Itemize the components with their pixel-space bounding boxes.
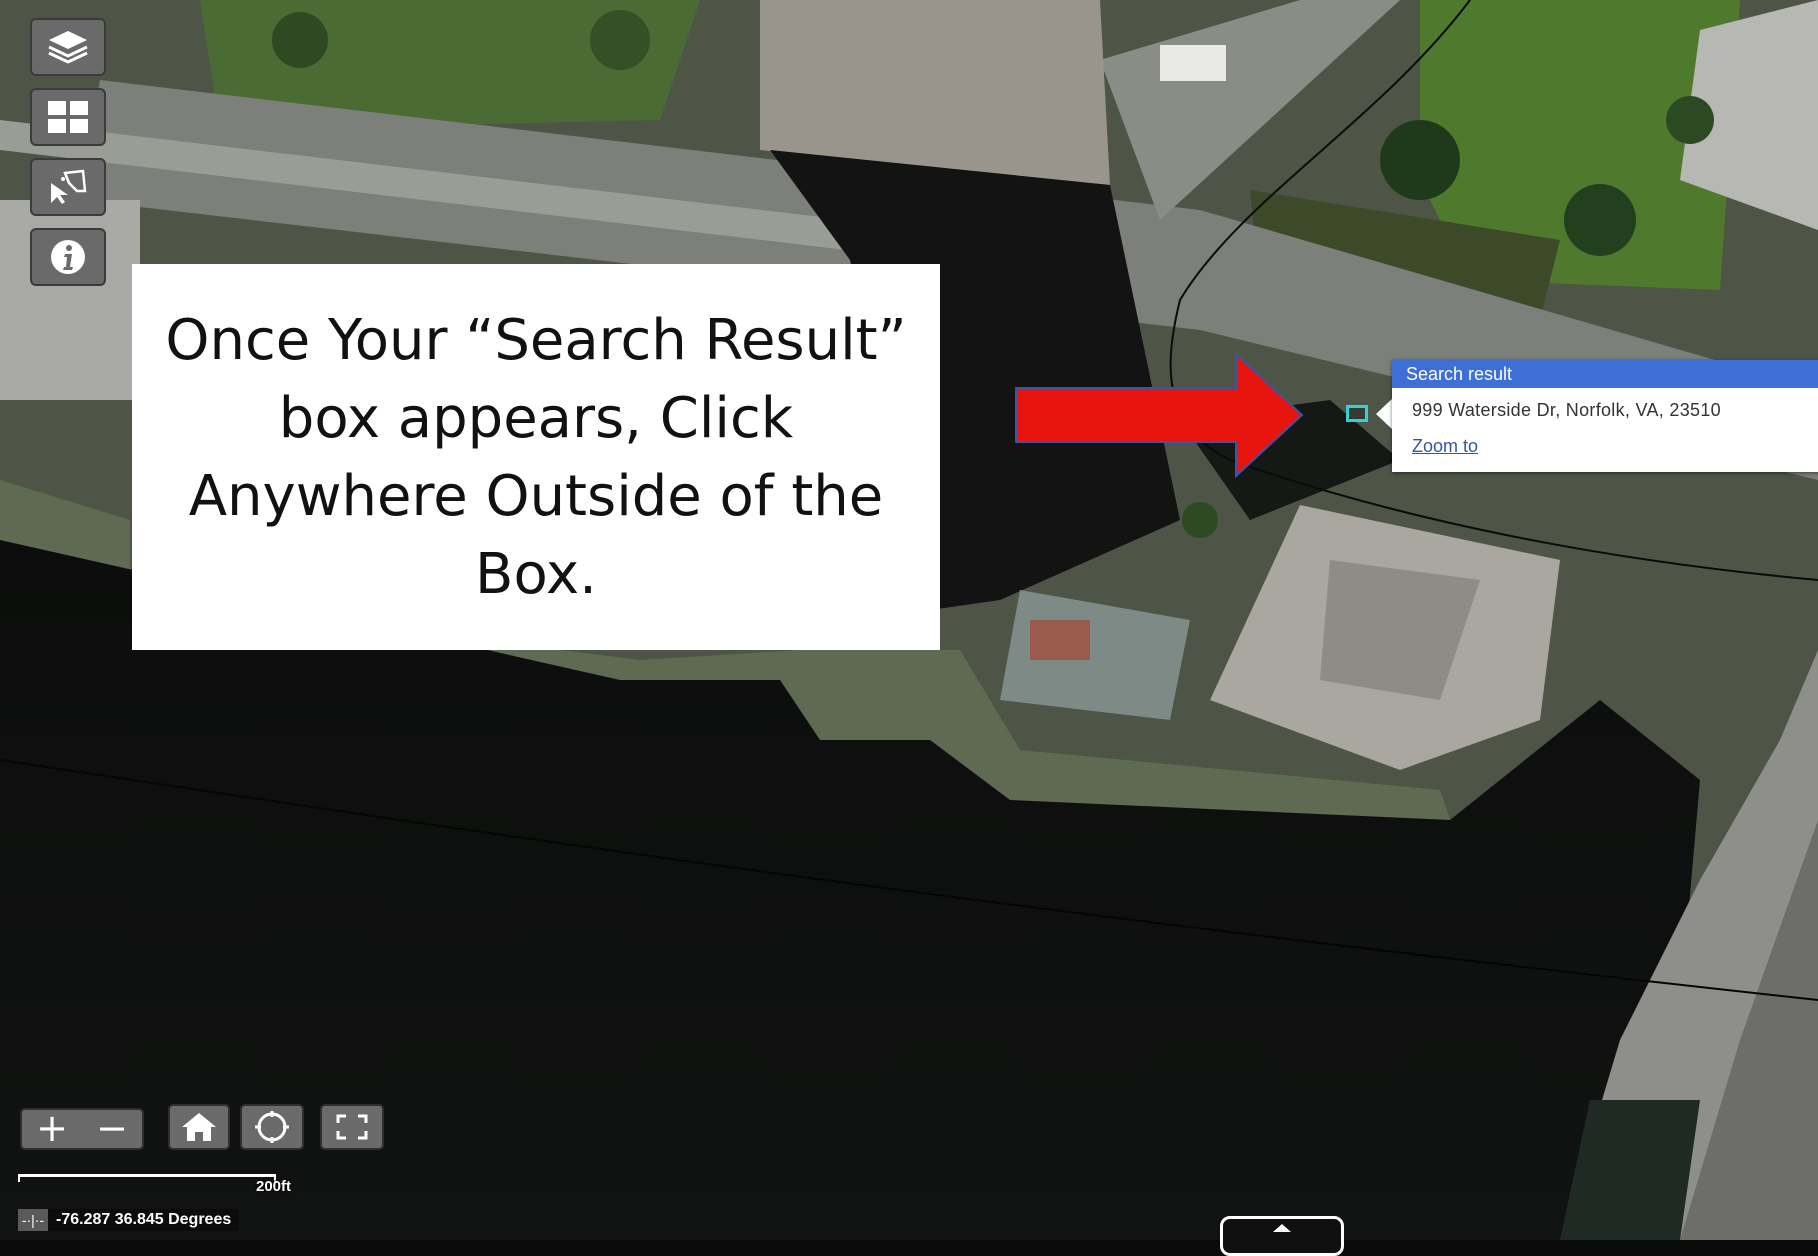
- panel-expander-button[interactable]: [1220, 1216, 1344, 1256]
- zoom-control: + −: [20, 1108, 144, 1150]
- red-arrow-icon: [1015, 352, 1304, 478]
- zoom-to-link[interactable]: Zoom to: [1392, 421, 1818, 457]
- location-marker[interactable]: [1346, 405, 1368, 422]
- home-icon: [182, 1113, 216, 1141]
- instruction-callout: Once Your “Search Result” box appears, C…: [132, 264, 940, 650]
- layers-icon: [48, 31, 88, 64]
- search-result-popup[interactable]: Search result 999 Waterside Dr, Norfolk,…: [1392, 360, 1818, 472]
- basemap-gallery-button[interactable]: [30, 88, 106, 146]
- scale-line: [18, 1174, 276, 1182]
- cursor-select-icon: [51, 169, 87, 204]
- info-button[interactable]: [30, 228, 106, 286]
- zoom-in-button[interactable]: +: [22, 1109, 82, 1148]
- locate-icon: [255, 1111, 289, 1143]
- coordinate-readout: -·|·- -76.287 36.845 Degrees: [18, 1208, 240, 1232]
- popup-pointer: [1376, 398, 1393, 430]
- locate-button[interactable]: [240, 1104, 304, 1150]
- chevron-up-icon: [1273, 1224, 1291, 1232]
- scale-label: 200ft: [256, 1178, 292, 1195]
- popup-address: 999 Waterside Dr, Norfolk, VA, 23510: [1412, 400, 1721, 420]
- grid-icon: [48, 101, 88, 133]
- coordinate-pin-button[interactable]: -·|·-: [18, 1209, 48, 1231]
- info-icon: [51, 240, 85, 274]
- coordinate-text: -76.287 36.845 Degrees: [48, 1209, 240, 1231]
- zoom-out-button[interactable]: −: [82, 1109, 142, 1148]
- fullscreen-icon: [336, 1114, 368, 1140]
- fullscreen-button[interactable]: [320, 1104, 384, 1150]
- home-button[interactable]: [168, 1104, 230, 1150]
- scale-bar: 200ft: [18, 1170, 291, 1195]
- layers-button[interactable]: [30, 18, 106, 76]
- select-button[interactable]: [30, 158, 106, 216]
- popup-header: Search result: [1392, 360, 1818, 388]
